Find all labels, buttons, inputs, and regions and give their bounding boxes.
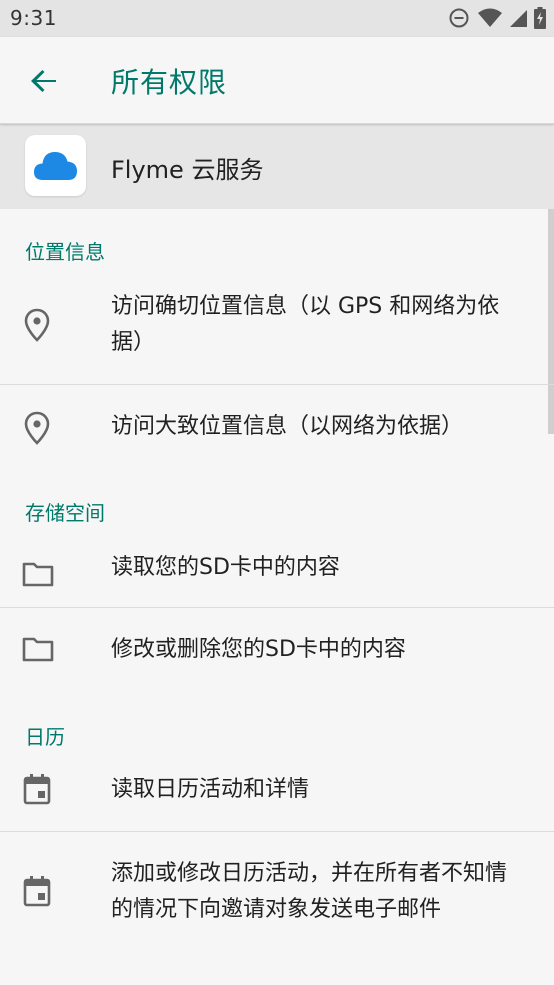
folder-icon bbox=[22, 637, 54, 662]
app-name: Flyme 云服务 bbox=[111, 156, 264, 184]
permission-item-read-sd[interactable]: 读取您的SD卡中的内容 bbox=[0, 537, 554, 607]
permission-item-approximate-location[interactable]: 访问大致位置信息（以网络为依据） bbox=[0, 385, 554, 473]
do-not-disturb-icon bbox=[449, 8, 469, 28]
calendar-icon bbox=[23, 876, 51, 907]
app-icon bbox=[25, 135, 86, 196]
battery-icon bbox=[534, 7, 546, 29]
permission-label: 读取日历活动和详情 bbox=[111, 777, 310, 802]
app-header: Flyme 云服务 bbox=[0, 124, 554, 209]
wifi-icon bbox=[478, 8, 502, 27]
calendar-icon bbox=[23, 774, 51, 805]
status-time: 9:31 bbox=[10, 6, 57, 30]
signal-icon bbox=[510, 10, 527, 27]
permission-label: 修改或删除您的SD卡中的内容 bbox=[111, 637, 406, 662]
permission-item-modify-calendar[interactable]: 添加或修改日历活动，并在所有者不知情的情况下向邀请对象发送电子邮件 bbox=[0, 832, 554, 942]
permission-item-precise-location[interactable]: 访问确切位置信息（以 GPS 和网络为依据） bbox=[0, 279, 554, 384]
permission-label: 添加或修改日历活动，并在所有者不知情的情况下向邀请对象发送电子邮件 bbox=[111, 861, 508, 922]
permission-list[interactable]: 位置信息 访问确切位置信息（以 GPS 和网络为依据） 访问大致位置信息（以网络… bbox=[0, 209, 554, 985]
permission-label: 访问确切位置信息（以 GPS 和网络为依据） bbox=[111, 294, 500, 355]
permission-item-modify-sd[interactable]: 修改或删除您的SD卡中的内容 bbox=[0, 608, 554, 696]
status-bar: 9:31 bbox=[0, 0, 554, 37]
permission-label: 读取您的SD卡中的内容 bbox=[111, 555, 340, 580]
page-title: 所有权限 bbox=[111, 66, 228, 99]
arrow-back-icon bbox=[31, 70, 56, 92]
permission-label: 访问大致位置信息（以网络为依据） bbox=[111, 414, 464, 439]
back-button[interactable] bbox=[24, 61, 64, 101]
section-header-storage: 存储空间 bbox=[25, 501, 105, 525]
status-icons bbox=[448, 7, 546, 29]
permission-item-read-calendar[interactable]: 读取日历活动和详情 bbox=[0, 759, 554, 831]
location-icon bbox=[24, 411, 50, 445]
app-bar: 所有权限 bbox=[0, 37, 554, 124]
cloud-icon bbox=[34, 152, 77, 180]
section-header-location: 位置信息 bbox=[25, 240, 105, 264]
section-header-calendar: 日历 bbox=[25, 725, 65, 749]
location-icon bbox=[24, 308, 50, 342]
folder-icon bbox=[22, 562, 54, 587]
